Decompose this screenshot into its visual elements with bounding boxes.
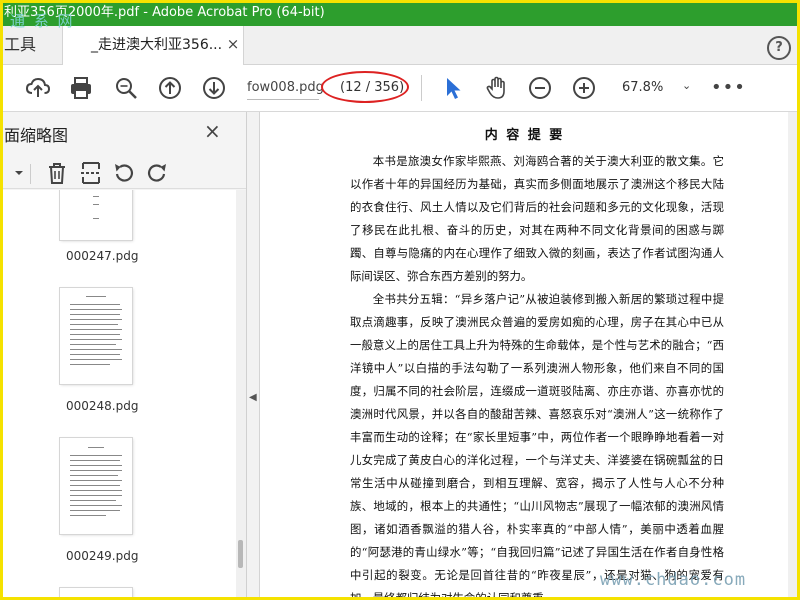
zoom-search-icon[interactable]	[113, 75, 139, 101]
panel-title: 面缩略图	[4, 126, 69, 145]
options-dropdown-icon[interactable]	[4, 160, 24, 186]
document-heading: 内 容 提 要	[484, 128, 565, 143]
thumbnail-scrollbar[interactable]	[236, 190, 246, 600]
tab-bar: 工具 _走进澳大利亚356... × ?	[0, 26, 800, 65]
tab-tools[interactable]: 工具	[4, 26, 36, 64]
prev-page-icon[interactable]	[157, 75, 183, 101]
toolbar: fow008.pdg (12 / 356) 67.8% ⌄ •••	[0, 65, 800, 112]
help-icon[interactable]: ?	[767, 36, 791, 60]
delete-page-icon[interactable]	[44, 160, 70, 186]
tab-document[interactable]: _走进澳大利亚356... ×	[62, 26, 244, 65]
page-thumbnail-247[interactable]	[60, 190, 132, 240]
panel-toolbar	[0, 158, 246, 189]
panel-collapse-handle[interactable]: ◀	[247, 112, 260, 600]
select-cursor-icon[interactable]	[440, 75, 466, 101]
collapse-arrow-icon[interactable]: ◀	[249, 392, 257, 403]
more-options-icon[interactable]: •••	[711, 77, 746, 99]
print-icon[interactable]	[68, 75, 94, 101]
document-body: 本书是旅澳女作家毕熙燕、刘海鸥合著的关于澳大利亚的散文集。它以作者十年的异国经历…	[350, 150, 724, 600]
page-number-input[interactable]: fow008.pdg	[247, 77, 324, 100]
tab-close-icon[interactable]: ×	[225, 35, 241, 53]
thumbnail-label: 000247.pdg	[66, 249, 139, 263]
next-page-icon[interactable]	[201, 75, 227, 101]
zoom-out-icon[interactable]	[527, 75, 553, 101]
page-thumbnail-248[interactable]	[60, 288, 132, 384]
document-paragraph: 全书共分五辑：“异乡落户记”从被迫装修到搬入新居的繁琐过程中提取点滴趣事，反映了…	[350, 292, 724, 600]
upload-cloud-icon[interactable]	[25, 75, 51, 101]
page-thumbnail-250[interactable]	[60, 588, 132, 600]
window-titlebar: 利亚356页2000年.pdf - Adobe Acrobat Pro (64-…	[0, 0, 800, 26]
rotate-right-icon[interactable]	[144, 160, 170, 186]
toolbar-divider	[421, 75, 422, 101]
annotation-ellipse	[321, 71, 409, 103]
watermark-bottom: www.chdao.com	[600, 570, 747, 590]
panel-close-icon[interactable]: ×	[204, 120, 221, 142]
extract-page-icon[interactable]	[78, 160, 104, 186]
document-view: 内 容 提 要 本书是旅澳女作家毕熙燕、刘海鸥合著的关于澳大利亚的散文集。它以作…	[261, 112, 788, 600]
thumbnail-panel: 面缩略图 × 000247.pdg 000248.pdg 000249.pdg	[0, 112, 247, 600]
document-scrollbar[interactable]	[788, 112, 800, 600]
hand-tool-icon[interactable]	[484, 75, 510, 101]
thumbnail-label: 000248.pdg	[66, 399, 139, 413]
page-thumbnail-249[interactable]	[60, 438, 132, 534]
thumbnail-scroll-thumb[interactable]	[238, 540, 243, 568]
tab-document-label: _走进澳大利亚356...	[91, 37, 223, 53]
zoom-in-icon[interactable]	[571, 75, 597, 101]
document-paragraph: 本书是旅澳女作家毕熙燕、刘海鸥合著的关于澳大利亚的散文集。它以作者十年的异国经历…	[350, 154, 724, 283]
watermark-top: 通 系 网	[10, 12, 75, 30]
thumbnail-label: 000249.pdg	[66, 549, 139, 563]
zoom-level-input[interactable]: 67.8%	[622, 77, 678, 99]
thumbnail-list: 000247.pdg 000248.pdg 000249.pdg	[0, 190, 236, 600]
rotate-left-icon[interactable]	[111, 160, 137, 186]
panel-toolbar-divider	[30, 164, 31, 184]
zoom-dropdown-chevron-icon[interactable]: ⌄	[682, 79, 691, 92]
